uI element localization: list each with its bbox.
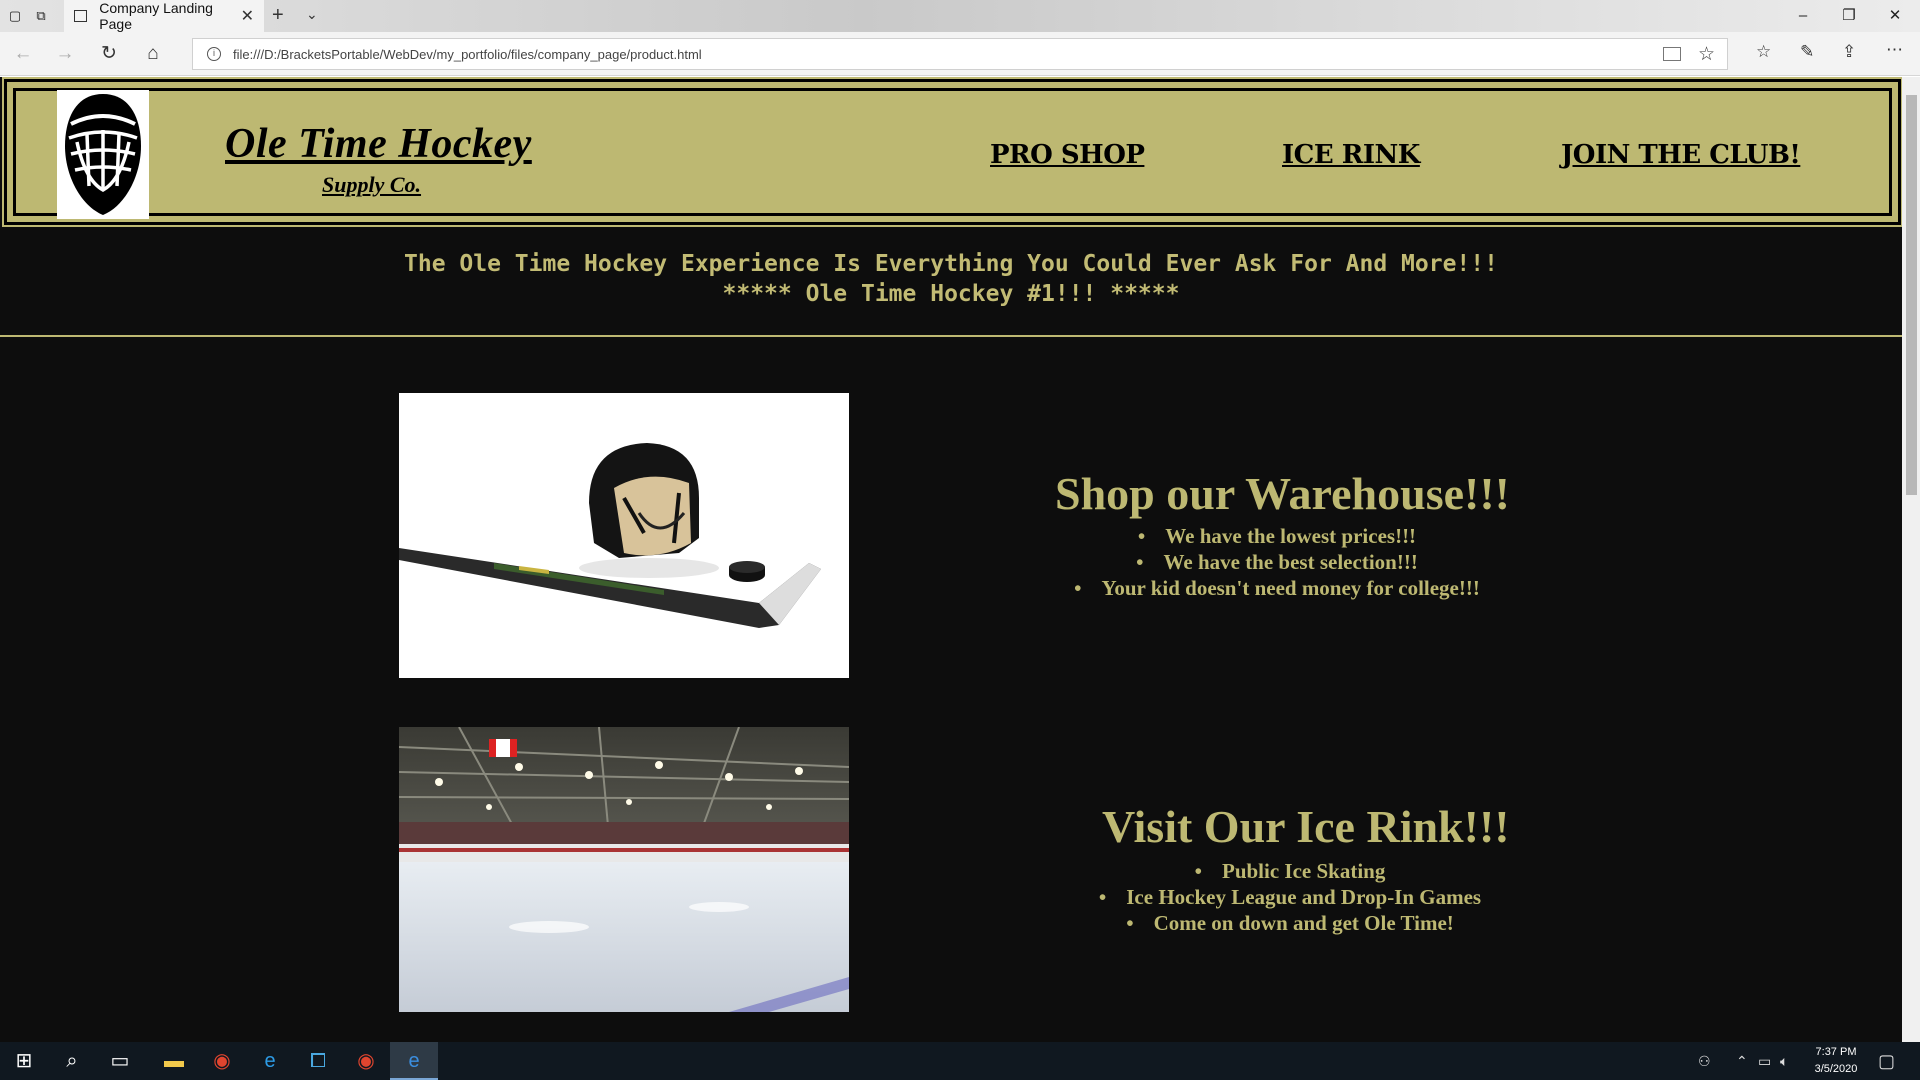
clock-date: 3/5/2020: [1814, 1063, 1858, 1075]
section-heading-warehouse: Shop our Warehouse!!!: [1055, 468, 1510, 519]
taskbar: ⊞ ⌕ ▭ ▬ ◉ e ⧠ ◉ e ⚇ ⌃ ▭ 🔈︎ 7:37 PM 3/5/2…: [0, 1042, 1920, 1080]
network-icon[interactable]: ▭: [1758, 1042, 1771, 1080]
tab-actions-icon[interactable]: ▢: [4, 6, 26, 26]
vertical-scrollbar[interactable]: [1902, 77, 1920, 1042]
chevron-down-icon[interactable]: ⌄: [306, 6, 318, 23]
hockey-gear-image: [399, 393, 849, 678]
internet-explorer-icon[interactable]: e: [246, 1042, 294, 1080]
forward-icon[interactable]: →: [52, 42, 78, 66]
chevron-up-icon[interactable]: ⌃: [1736, 1042, 1748, 1080]
site-header: Ole Time Hockey Supply Co. PRO SHOP ICE …: [2, 77, 1902, 227]
list-item: We have the best selection!!!: [1062, 549, 1492, 575]
tab-company-landing-page[interactable]: Company Landing Page ✕: [64, 0, 264, 32]
share-icon[interactable]: ⇪: [1842, 42, 1856, 62]
ice-rink-image: [399, 727, 849, 1012]
favorites-icon[interactable]: ☆: [1756, 42, 1771, 62]
close-tab-icon[interactable]: ✕: [241, 6, 254, 26]
list-item: We have the lowest prices!!!: [1062, 523, 1492, 549]
page-viewport: Ole Time Hockey Supply Co. PRO SHOP ICE …: [0, 77, 1902, 1042]
browser-tab-strip: ▢ ⧉ Company Landing Page ✕ + ⌄ – ❐ ✕: [0, 0, 1920, 32]
people-icon[interactable]: ⚇: [1698, 1042, 1711, 1080]
url-text: file:///D:/BracketsPortable/WebDev/my_po…: [233, 46, 702, 62]
restore-icon[interactable]: ❐: [1826, 0, 1872, 32]
minimize-icon[interactable]: –: [1780, 0, 1826, 32]
chrome-icon[interactable]: ◉: [342, 1042, 390, 1080]
favorite-star-icon[interactable]: ☆: [1698, 43, 1715, 66]
list-item: Your kid doesn't need money for college!…: [1062, 575, 1492, 601]
volume-icon[interactable]: 🔈︎: [1780, 1042, 1788, 1080]
tagline: The Ole Time Hockey Experience Is Everyt…: [0, 249, 1902, 309]
reading-view-icon[interactable]: [1663, 47, 1681, 61]
edge-icon[interactable]: e: [390, 1042, 438, 1080]
site-info-icon[interactable]: i: [207, 47, 221, 61]
goalie-mask-logo[interactable]: [57, 90, 149, 219]
set-tabs-aside-icon[interactable]: ⧉: [30, 6, 52, 26]
task-view-icon[interactable]: ▭: [96, 1042, 144, 1080]
clock-time: 7:37 PM: [1815, 1046, 1857, 1058]
nav-pro-shop[interactable]: PRO SHOP: [990, 140, 1145, 170]
scrollbar-thumb[interactable]: [1906, 95, 1917, 495]
tagline-line-2: ***** Ole Time Hockey #1!!! *****: [722, 281, 1180, 307]
search-icon[interactable]: ⌕: [48, 1042, 96, 1080]
list-item: Come on down and get Ole Time!: [1075, 910, 1505, 936]
windows-start-icon[interactable]: ⊞: [0, 1042, 48, 1080]
brand-subtitle[interactable]: Supply Co.: [322, 172, 421, 198]
page-icon: [74, 10, 88, 22]
list-item: Ice Hockey League and Drop-In Games: [1075, 884, 1505, 910]
back-icon[interactable]: ←: [10, 42, 36, 66]
file-explorer-icon[interactable]: ▬: [150, 1042, 198, 1080]
new-tab-icon[interactable]: +: [272, 4, 284, 27]
tab-title: Company Landing Page: [99, 0, 213, 32]
nav-join-the-club[interactable]: JOIN THE CLUB!: [1561, 140, 1801, 170]
brackets-icon[interactable]: ⧠: [294, 1042, 342, 1080]
warehouse-bullets: We have the lowest prices!!! We have the…: [1062, 523, 1492, 601]
clock[interactable]: 7:37 PM 3/5/2020: [1804, 1044, 1868, 1078]
close-window-icon[interactable]: ✕: [1872, 0, 1918, 32]
list-item: Public Ice Skating: [1075, 858, 1505, 884]
url-field[interactable]: i file:///D:/BracketsPortable/WebDev/my_…: [192, 38, 1728, 70]
more-icon[interactable]: ⋯: [1886, 40, 1903, 60]
notifications-icon[interactable]: ▢: [1878, 1042, 1895, 1080]
section-heading-ice-rink: Visit Our Ice Rink!!!: [1102, 801, 1510, 852]
divider: [0, 335, 1902, 337]
ice-rink-bullets: Public Ice Skating Ice Hockey League and…: [1075, 858, 1505, 936]
address-toolbar: ← → ↻ ⌂ i file:///D:/BracketsPortable/We…: [0, 32, 1920, 76]
home-icon[interactable]: ⌂: [140, 42, 166, 66]
tagline-line-1: The Ole Time Hockey Experience Is Everyt…: [404, 251, 1498, 277]
chrome-icon[interactable]: ◉: [198, 1042, 246, 1080]
refresh-icon[interactable]: ↻: [96, 42, 122, 66]
notes-pen-icon[interactable]: ✎: [1800, 42, 1814, 62]
brand-title[interactable]: Ole Time Hockey: [225, 120, 532, 168]
nav-ice-rink[interactable]: ICE RINK: [1282, 140, 1420, 170]
